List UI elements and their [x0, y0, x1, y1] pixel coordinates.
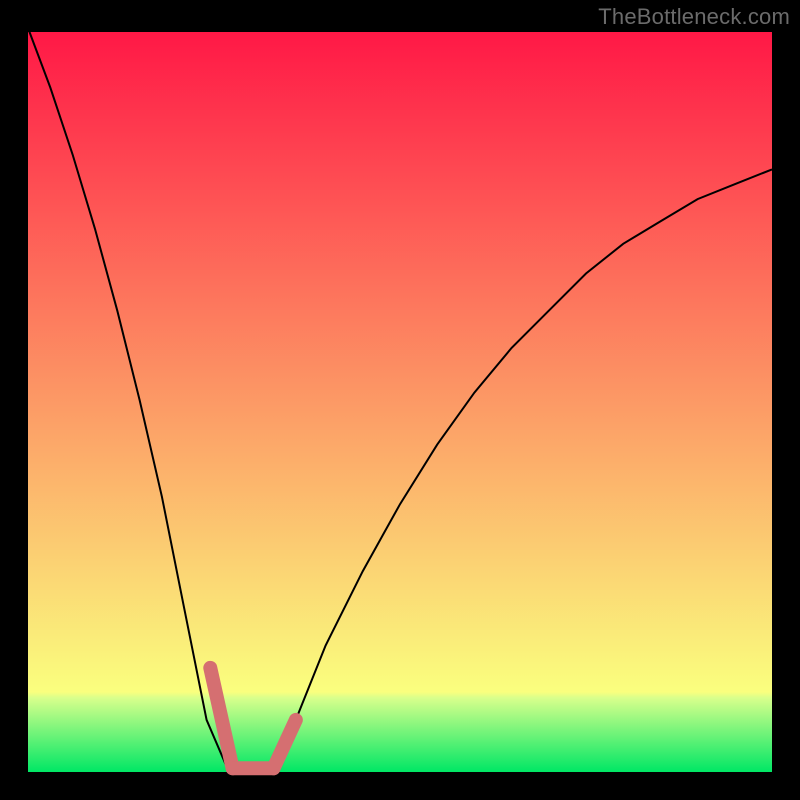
- gradient-band: [28, 692, 772, 698]
- watermark-label: TheBottleneck.com: [598, 4, 790, 30]
- bottleneck-chart: [0, 0, 800, 800]
- gradient-band: [28, 32, 772, 692]
- chart-frame: TheBottleneck.com: [0, 0, 800, 800]
- gradient-band: [28, 698, 772, 772]
